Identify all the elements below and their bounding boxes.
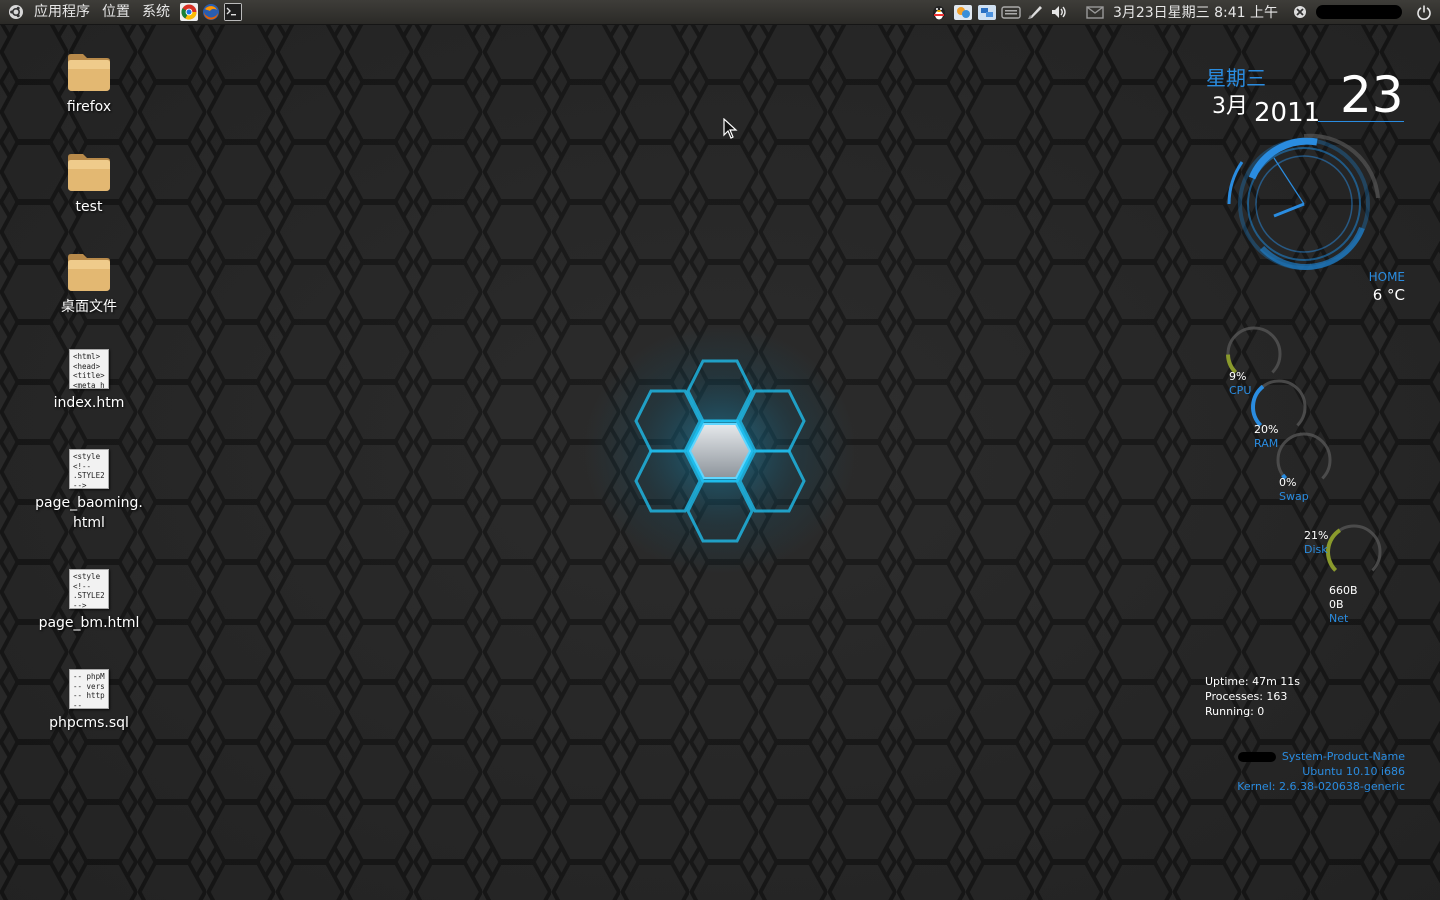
desktop-icon-label: firefox bbox=[66, 99, 112, 115]
menu-places[interactable]: 位置 bbox=[96, 0, 136, 24]
menu-applications[interactable]: 应用程序 bbox=[28, 0, 96, 24]
folder-icon bbox=[68, 254, 110, 291]
menu-system[interactable]: 系统 bbox=[136, 0, 176, 24]
os-version: Ubuntu 10.10 i686 bbox=[1302, 765, 1405, 778]
disk-label: Disk bbox=[1304, 543, 1328, 556]
swap-stat: 0% Swap bbox=[1279, 476, 1309, 504]
cpu-gauge-track bbox=[1226, 326, 1282, 374]
conky-day: 23 bbox=[1340, 66, 1404, 124]
ram-gauge-fill bbox=[1251, 384, 1265, 427]
desktop-icon-label: index.htm bbox=[53, 395, 125, 411]
weather-location: HOME bbox=[1368, 270, 1405, 284]
desktop-icon-test-folder[interactable]: test bbox=[19, 147, 159, 217]
ram-stat: 20% RAM bbox=[1254, 423, 1278, 451]
disk-value: 21% bbox=[1304, 529, 1329, 542]
desktop-icon-page-bm[interactable]: <style <!-- .STYLE2 --> page_bm.html bbox=[19, 569, 159, 633]
firefox-icon[interactable] bbox=[202, 3, 220, 21]
desktop-icon-label: phpcms.sql bbox=[49, 715, 129, 731]
folder-icon bbox=[68, 154, 110, 191]
conky-year: 2011 bbox=[1254, 98, 1321, 128]
top-panel: 应用程序 位置 系统 3月23日星期三 8:41 上午 bbox=[0, 0, 1440, 25]
conky-month: 3月 bbox=[1212, 94, 1248, 119]
desktop-icon-index-htm[interactable]: <html> <head> <title> <meta h index.htm bbox=[19, 349, 159, 413]
folder-icon bbox=[68, 54, 110, 91]
machine-info: System-Product-Name Ubuntu 10.10 i686 Ke… bbox=[1237, 749, 1405, 794]
product-name-text: System-Product-Name bbox=[1281, 750, 1405, 763]
ubuntu-logo-icon[interactable] bbox=[8, 4, 24, 20]
date-underline bbox=[1318, 121, 1404, 122]
desktop-icon-label: test bbox=[75, 199, 103, 215]
uptime: Uptime: 47m 11s bbox=[1205, 675, 1301, 688]
chrome-icon[interactable] bbox=[180, 3, 198, 21]
net-stat: 660B 0B Net bbox=[1329, 584, 1358, 626]
pen-icon[interactable] bbox=[1025, 2, 1045, 22]
redacted-hostname bbox=[1237, 752, 1276, 762]
disk-gauge-fill bbox=[1326, 528, 1342, 572]
net-down: 660B bbox=[1329, 584, 1358, 597]
conky-analog-clock bbox=[1227, 133, 1380, 270]
net-label: Net bbox=[1329, 612, 1349, 625]
cpu-stat: 9% CPU bbox=[1229, 370, 1251, 398]
mouse-pointer-icon bbox=[723, 118, 738, 139]
ram-value: 20% bbox=[1254, 423, 1279, 436]
desktop-icon-label: 桌面文件 bbox=[61, 299, 117, 315]
conky-weekday: 星期三 bbox=[1206, 66, 1266, 90]
cpu-value: 9% bbox=[1229, 370, 1247, 383]
redacted-username[interactable] bbox=[1316, 5, 1402, 19]
disk-stat: 21% Disk bbox=[1304, 529, 1328, 557]
desktop-icon-firefox-folder[interactable]: firefox bbox=[19, 47, 159, 117]
cpu-label: CPU bbox=[1229, 384, 1252, 397]
qq-penguin-icon[interactable] bbox=[929, 2, 949, 22]
desktop-icon-label: page_baoming. html bbox=[35, 495, 143, 531]
html-file-icon: <style <!-- .STYLE2 --> bbox=[69, 449, 109, 489]
desktop-icon-desktop-files-folder[interactable]: 桌面文件 bbox=[19, 247, 159, 317]
network-icon[interactable] bbox=[977, 2, 997, 22]
desktop-icon-phpcms-sql[interactable]: -- phpM -- vers -- http -- phpcms.sql bbox=[19, 669, 159, 733]
mail-icon[interactable] bbox=[1085, 2, 1105, 22]
weather-temperature: 6 °C bbox=[1372, 286, 1405, 304]
product-name: System-Product-Name bbox=[1237, 749, 1405, 764]
panel-clock[interactable]: 3月23日星期三 8:41 上午 bbox=[1107, 2, 1288, 22]
processes: Processes: 163 bbox=[1205, 690, 1288, 703]
desktop-icon-page-baoming[interactable]: <style <!-- .STYLE2 --> page_baoming. ht… bbox=[19, 449, 159, 533]
net-up: 0B bbox=[1329, 598, 1344, 611]
swap-label: Swap bbox=[1279, 490, 1309, 503]
keyboard-icon[interactable] bbox=[1001, 2, 1021, 22]
ram-label: RAM bbox=[1254, 437, 1279, 450]
sql-file-icon: -- phpM -- vers -- http -- bbox=[69, 669, 109, 709]
swap-value: 0% bbox=[1279, 476, 1297, 489]
html-file-icon: <style <!-- .STYLE2 --> bbox=[69, 569, 109, 609]
glowing-hex-cluster bbox=[585, 325, 855, 575]
volume-icon[interactable] bbox=[1049, 2, 1069, 22]
messenger-icon[interactable] bbox=[953, 2, 973, 22]
running: Running: 0 bbox=[1205, 705, 1265, 718]
html-file-icon: <html> <head> <title> <meta h bbox=[69, 349, 109, 389]
desktop-icon-label: page_bm.html bbox=[38, 615, 140, 631]
system-info: Uptime: 47m 11s Processes: 163 Running: … bbox=[1205, 674, 1300, 719]
kernel-version: Kernel: 2.6.38-020638-generic bbox=[1237, 780, 1405, 793]
terminal-icon[interactable] bbox=[224, 3, 242, 21]
user-status-icon[interactable] bbox=[1290, 2, 1310, 22]
power-icon[interactable] bbox=[1414, 2, 1434, 22]
swap-gauge-track bbox=[1276, 432, 1332, 480]
